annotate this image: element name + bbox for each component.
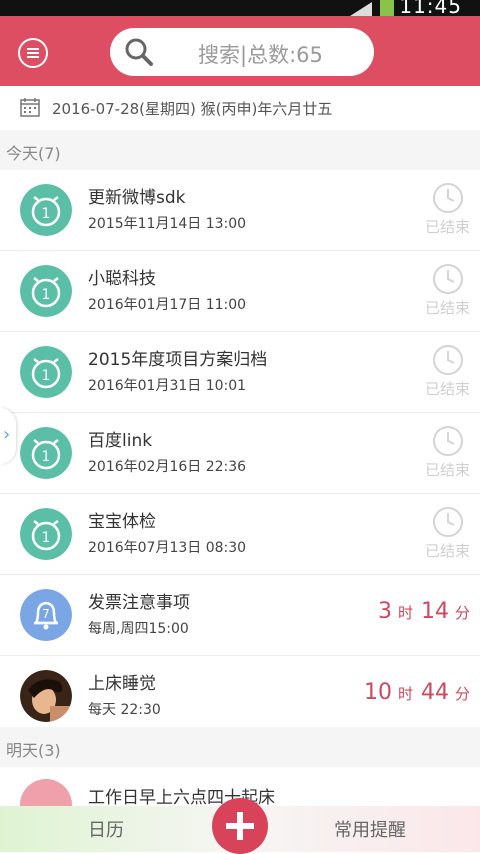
search-input[interactable]: 搜索|总数:65 [110,28,374,76]
drawer-handle[interactable]: › [0,408,16,464]
alarm-clock-icon: 1 [20,265,72,317]
clock-icon [433,183,463,213]
item-title: 小聪科技 [88,269,156,289]
status-ended: 已结束 [424,299,470,317]
svg-text:1: 1 [42,368,51,384]
minutes-unit: 分 [454,604,470,622]
section-header-today: 今天(7) [0,130,480,170]
countdown-minutes: 44 [420,680,449,705]
svg-text:1: 1 [42,206,51,222]
battery-icon [380,0,394,16]
menu-icon-line [27,56,39,58]
item-title: 2015年度项目方案归档 [88,350,268,370]
status-ended: 已结束 [424,461,470,479]
tab-common-reminders[interactable]: 常用提醒 [334,816,406,842]
app-header: 搜索|总数:65 [0,16,480,86]
countdown: 3 时 14 分 [378,599,470,624]
chevron-right-icon: › [3,424,11,445]
current-date: 2016-07-28(星期四) 猴(丙申)年六月廿五 [52,100,333,118]
menu-icon-line [27,48,39,50]
item-title: 宝宝体检 [88,512,156,532]
item-datetime: 2016年01月31日 10:01 [88,378,247,394]
calendar-icon [20,98,40,117]
list-item[interactable]: 1 更新微博sdk 2015年11月14日 13:00 已结束 [0,170,480,251]
list-item[interactable]: 1 百度link 2016年02月16日 22:36 已结束 [0,413,480,494]
item-title: 更新微博sdk [88,188,186,208]
add-button[interactable] [212,798,268,854]
section-label: 明天(3) [6,741,61,760]
alarm-clock-icon: 1 [20,346,72,398]
tab-calendar[interactable]: 日历 [88,816,124,842]
countdown-hours: 10 [363,680,392,705]
search-placeholder: 搜索|总数:65 [198,43,323,67]
bell-icon: 7 [20,589,72,641]
countdown: 10 时 44 分 [364,680,470,705]
status-ended: 已结束 [424,542,470,560]
menu-icon-line [27,52,39,54]
item-datetime: 2016年02月16日 22:36 [88,459,247,475]
svg-text:7: 7 [42,607,50,621]
hours-unit: 时 [397,604,413,622]
list-item[interactable]: 上床睡觉 每天 22:30 10 时 44 分 [0,656,480,737]
list-item[interactable]: 1 2015年度项目方案归档 2016年01月31日 10:01 已结束 [0,332,480,413]
signal-icon [350,2,372,16]
item-datetime: 2016年07月13日 08:30 [88,540,247,556]
status-ended: 已结束 [424,218,470,236]
svg-text:1: 1 [42,530,51,546]
list-item[interactable]: 1 宝宝体检 2016年07月13日 08:30 已结束 [0,494,480,575]
alarm-clock-icon: 1 [20,427,72,479]
date-bar[interactable]: 2016-07-28(星期四) 猴(丙申)年六月廿五 [0,86,480,131]
item-datetime: 2015年11月14日 13:00 [88,216,247,232]
countdown-minutes: 14 [420,599,449,624]
status-bar: 11:45 [0,0,480,18]
clock-icon [433,345,463,375]
photo-avatar [20,670,72,722]
alarm-clock-icon: 1 [20,184,72,236]
plus-icon [237,812,243,840]
item-schedule: 每天 22:30 [88,702,161,718]
clock-icon [433,426,463,456]
svg-text:1: 1 [42,449,51,465]
countdown-hours: 3 [377,599,392,624]
clock-icon [433,507,463,537]
alarm-clock-icon: 1 [20,508,72,560]
item-title: 发票注意事项 [88,593,190,613]
status-ended: 已结束 [424,380,470,398]
minutes-unit: 分 [454,685,470,703]
svg-text:1: 1 [42,287,51,303]
section-header-tomorrow: 明天(3) [0,727,480,767]
hours-unit: 时 [397,685,413,703]
clock-icon [433,264,463,294]
item-title: 百度link [88,431,153,451]
item-schedule: 每周,周四15:00 [88,621,189,637]
section-label: 今天(7) [6,144,61,163]
list-item[interactable]: 1 小聪科技 2016年01月17日 11:00 已结束 [0,251,480,332]
item-datetime: 2016年01月17日 11:00 [88,297,247,313]
list-item[interactable]: 7 发票注意事项 每周,周四15:00 3 时 14 分 [0,575,480,656]
item-title: 上床睡觉 [88,674,156,694]
menu-button[interactable] [18,38,48,68]
search-icon [125,38,153,66]
alarm-clock-icon [20,779,72,807]
